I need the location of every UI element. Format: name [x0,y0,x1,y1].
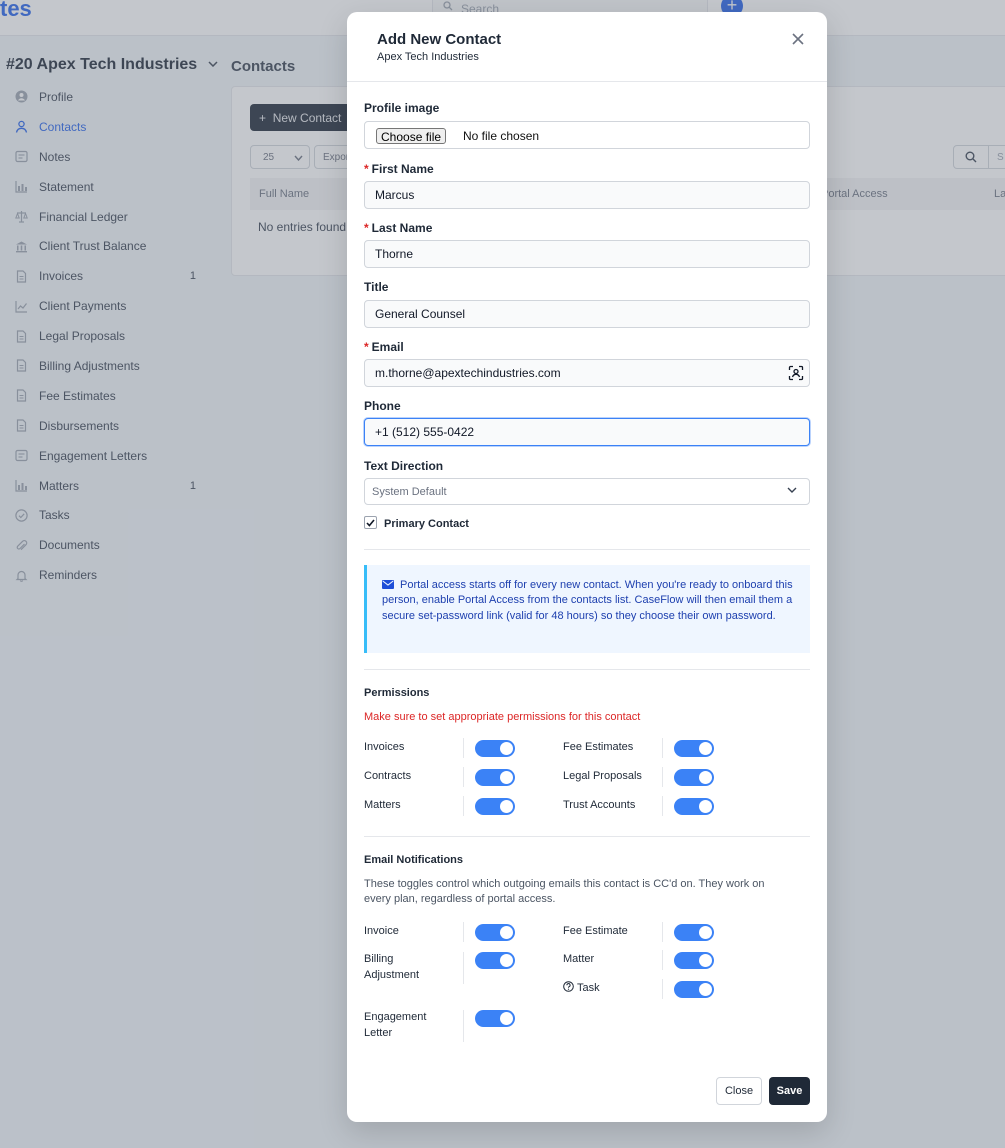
checkmark-icon [366,518,375,527]
add-contact-modal: Add New Contact Apex Tech Industries Pro… [347,12,827,1122]
divider [463,952,464,984]
permission-matters-label: Matters [364,799,401,811]
first-name-label-text: First Name [371,162,434,176]
divider [364,669,810,670]
divider [364,549,810,550]
permission-contracts-label: Contracts [364,770,412,782]
text-direction-value: System Default [372,486,447,498]
primary-contact-label[interactable]: Primary Contact [384,518,469,530]
divider [662,738,663,758]
permission-fee-estimates-toggle[interactable] [674,740,714,757]
permission-invoices-label: Invoices [364,741,405,753]
last-name-label-text: Last Name [371,221,433,235]
permission-trust-accounts-label: Trust Accounts [563,799,636,811]
first-name-field[interactable] [364,181,810,209]
divider [463,796,464,816]
phone-field[interactable] [364,418,810,446]
notification-matter-toggle[interactable] [674,952,714,969]
permissions-warning: Make sure to set appropriate permissions… [364,711,641,723]
text-direction-label: Text Direction [364,459,444,473]
email-field[interactable] [364,359,810,387]
last-name-field[interactable] [364,240,810,268]
permission-trust-accounts-toggle[interactable] [674,798,714,815]
notification-invoice-toggle[interactable] [475,924,515,941]
notification-fee-estimate-label: Fee Estimate [563,925,628,937]
divider [662,767,663,787]
portal-access-info-text: Portal access starts off for every new c… [382,579,793,622]
notifications-help-text: These toggles control which outgoing ema… [364,878,765,906]
notification-task-label-text: Task [577,982,600,994]
permission-legal-proposals-label: Legal Proposals [563,770,642,782]
notification-matter-label: Matter [563,953,595,965]
divider [364,836,810,837]
primary-contact-checkbox[interactable] [364,516,377,529]
help-circle-icon[interactable] [563,981,574,992]
modal-subtitle: Apex Tech Industries [377,51,479,63]
notification-engagement-letter-toggle[interactable] [475,1010,515,1027]
notification-fee-estimate-toggle[interactable] [674,924,714,941]
permission-matters-toggle[interactable] [475,798,515,815]
required-marker: * [364,221,369,235]
notification-task-label: Task [563,981,600,997]
profile-image-label: Profile image [364,101,440,115]
divider [463,1010,464,1042]
phone-label: Phone [364,399,401,413]
permissions-title: Permissions [364,687,430,699]
chevron-down-icon [787,487,797,493]
portal-access-info-box: Portal access starts off for every new c… [364,565,810,653]
notification-task-toggle[interactable] [674,981,714,998]
save-button[interactable]: Save [769,1077,810,1105]
contact-card-autofill-icon[interactable] [788,365,804,381]
file-status-text: No file chosen [463,129,540,143]
divider [662,979,663,999]
email-label: * Email [364,340,404,354]
notification-engagement-letter-label: Engagement Letter [364,1011,427,1039]
notifications-title: Email Notifications [364,854,464,866]
title-field[interactable] [364,300,810,328]
choose-file-button[interactable]: Choose file [376,128,447,144]
profile-image-file-input[interactable]: Choose file No file chosen [364,121,810,149]
divider [463,738,464,758]
notification-invoice-label: Invoice [364,925,399,937]
modal-title: Add New Contact [377,31,502,48]
envelope-icon [382,580,394,589]
permission-invoices-toggle[interactable] [475,740,515,757]
divider [662,922,663,942]
permission-fee-estimates-label: Fee Estimates [563,741,634,753]
divider [463,767,464,787]
notification-billing-adjustment-toggle[interactable] [475,952,515,969]
required-marker: * [364,162,369,176]
divider [662,950,663,970]
text-direction-select[interactable]: System Default [364,478,810,505]
first-name-label: * First Name [364,162,434,176]
permission-contracts-toggle[interactable] [475,769,515,786]
email-label-text: Email [371,340,404,354]
modal-header: Add New Contact Apex Tech Industries [347,12,827,82]
last-name-label: * Last Name [364,221,432,235]
permission-legal-proposals-toggle[interactable] [674,769,714,786]
notification-billing-adjustment-label: Billing Adjustment [364,953,420,981]
close-icon[interactable] [790,31,806,47]
required-marker: * [364,340,369,354]
divider [463,922,464,942]
title-label: Title [364,280,389,294]
close-button[interactable]: Close [716,1077,762,1105]
divider [662,796,663,816]
